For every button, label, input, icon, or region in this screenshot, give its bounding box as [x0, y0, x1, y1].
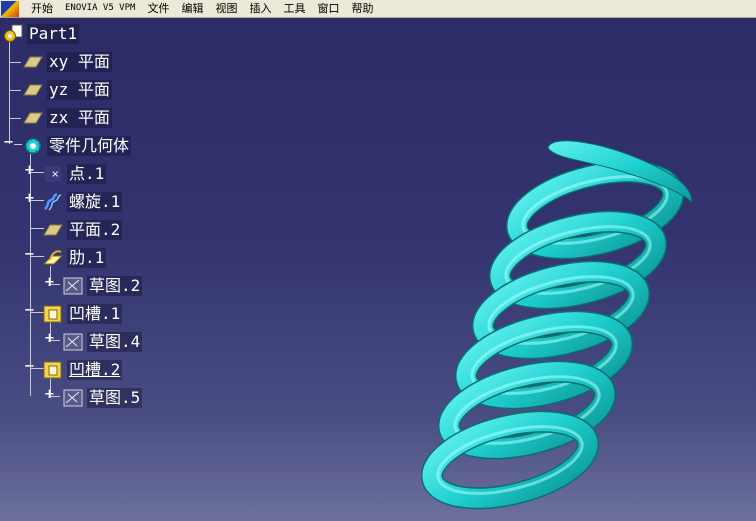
rib-icon [42, 250, 64, 265]
svg-text:×: × [51, 169, 59, 180]
menu-edit[interactable]: 编辑 [175, 0, 209, 17]
tree-connector [9, 62, 21, 63]
menu-tools[interactable]: 工具 [277, 0, 311, 17]
tree-connector [9, 118, 21, 119]
tree-connector [9, 40, 10, 144]
tree-node-helix-1[interactable]: 螺旋.1 [42, 190, 123, 214]
plane-icon [23, 84, 43, 96]
tree-node-part-body[interactable]: 零件几何体 [22, 134, 132, 158]
tree-node-sketch-4[interactable]: 草图.4 [62, 330, 143, 354]
tree-node-plane-2[interactable]: 平面.2 [42, 218, 123, 242]
menu-bar: 开始 ENOVIA V5 VPM 文件 编辑 视图 插入 工具 窗口 帮助 [0, 0, 756, 18]
catia-app-icon[interactable] [1, 0, 19, 17]
menu-window[interactable]: 窗口 [311, 0, 345, 17]
collapse-groove2-icon[interactable]: − [24, 360, 35, 373]
tree-label-sketch-5: 草图.5 [87, 388, 143, 408]
expand-helix-icon[interactable]: + [24, 192, 35, 205]
tree-connector [14, 144, 22, 145]
tree-label-plane-2: 平面.2 [67, 220, 123, 240]
expand-sketch2-icon[interactable]: + [44, 276, 55, 289]
tree-label-zx-plane: zx 平面 [47, 108, 112, 128]
plane-icon [23, 56, 43, 68]
menu-view[interactable]: 视图 [209, 0, 243, 17]
tree-label-point-1: 点.1 [67, 164, 107, 184]
body-gear-icon [25, 138, 41, 154]
groove-icon [43, 361, 62, 379]
menu-help[interactable]: 帮助 [345, 0, 379, 17]
tree-label-part1: Part1 [27, 24, 80, 44]
plane-icon [23, 112, 43, 124]
part-gear-icon [4, 24, 23, 42]
tree-node-yz-plane[interactable]: yz 平面 [22, 78, 112, 102]
expand-sketch4-icon[interactable]: + [44, 332, 55, 345]
collapse-rib-icon[interactable]: − [24, 248, 35, 261]
tree-node-groove-1[interactable]: 凹槽.1 [42, 302, 123, 326]
groove-icon [43, 305, 62, 323]
tree-node-zx-plane[interactable]: zx 平面 [22, 106, 112, 130]
specification-tree: − + + − − − + + + Part1 xy 平面 yz 平面 zx 平… [0, 18, 260, 418]
menu-file[interactable]: 文件 [141, 0, 175, 17]
tree-label-part-body: 零件几何体 [47, 136, 132, 156]
collapse-body-icon[interactable]: − [3, 136, 14, 149]
menu-start[interactable]: 开始 [25, 0, 59, 17]
tree-node-xy-plane[interactable]: xy 平面 [22, 50, 112, 74]
point-icon: × [45, 166, 61, 182]
tree-label-rib-1: 肋.1 [67, 248, 107, 268]
tree-node-rib-1[interactable]: 肋.1 [42, 246, 107, 270]
menu-insert[interactable]: 插入 [243, 0, 277, 17]
tree-label-sketch-2: 草图.2 [87, 276, 143, 296]
tree-node-sketch-2[interactable]: 草图.2 [62, 274, 143, 298]
tree-node-sketch-5[interactable]: 草图.5 [62, 386, 143, 410]
tree-node-point-1[interactable]: × 点.1 [42, 162, 107, 186]
tree-label-helix-1: 螺旋.1 [67, 192, 123, 212]
helix-icon [44, 192, 62, 211]
sketch-icon [63, 277, 83, 295]
tree-node-part1[interactable]: Part1 [2, 22, 80, 46]
expand-point-icon[interactable]: + [24, 164, 35, 177]
spring-coils [420, 160, 685, 510]
tree-label-groove-1: 凹槽.1 [67, 304, 123, 324]
collapse-groove1-icon[interactable]: − [24, 304, 35, 317]
tree-label-sketch-4: 草图.4 [87, 332, 143, 352]
expand-sketch5-icon[interactable]: + [44, 388, 55, 401]
tree-label-groove-2: 凹槽.2 [67, 360, 123, 380]
tree-node-groove-2[interactable]: 凹槽.2 [42, 358, 123, 382]
spring-3d-model[interactable] [380, 120, 750, 515]
sketch-icon [63, 333, 83, 351]
tree-connector [9, 90, 21, 91]
plane-icon [43, 224, 63, 236]
sketch-icon [63, 389, 83, 407]
tree-label-yz-plane: yz 平面 [47, 80, 112, 100]
tree-label-xy-plane: xy 平面 [47, 52, 112, 72]
menu-enovia[interactable]: ENOVIA V5 VPM [59, 0, 141, 17]
